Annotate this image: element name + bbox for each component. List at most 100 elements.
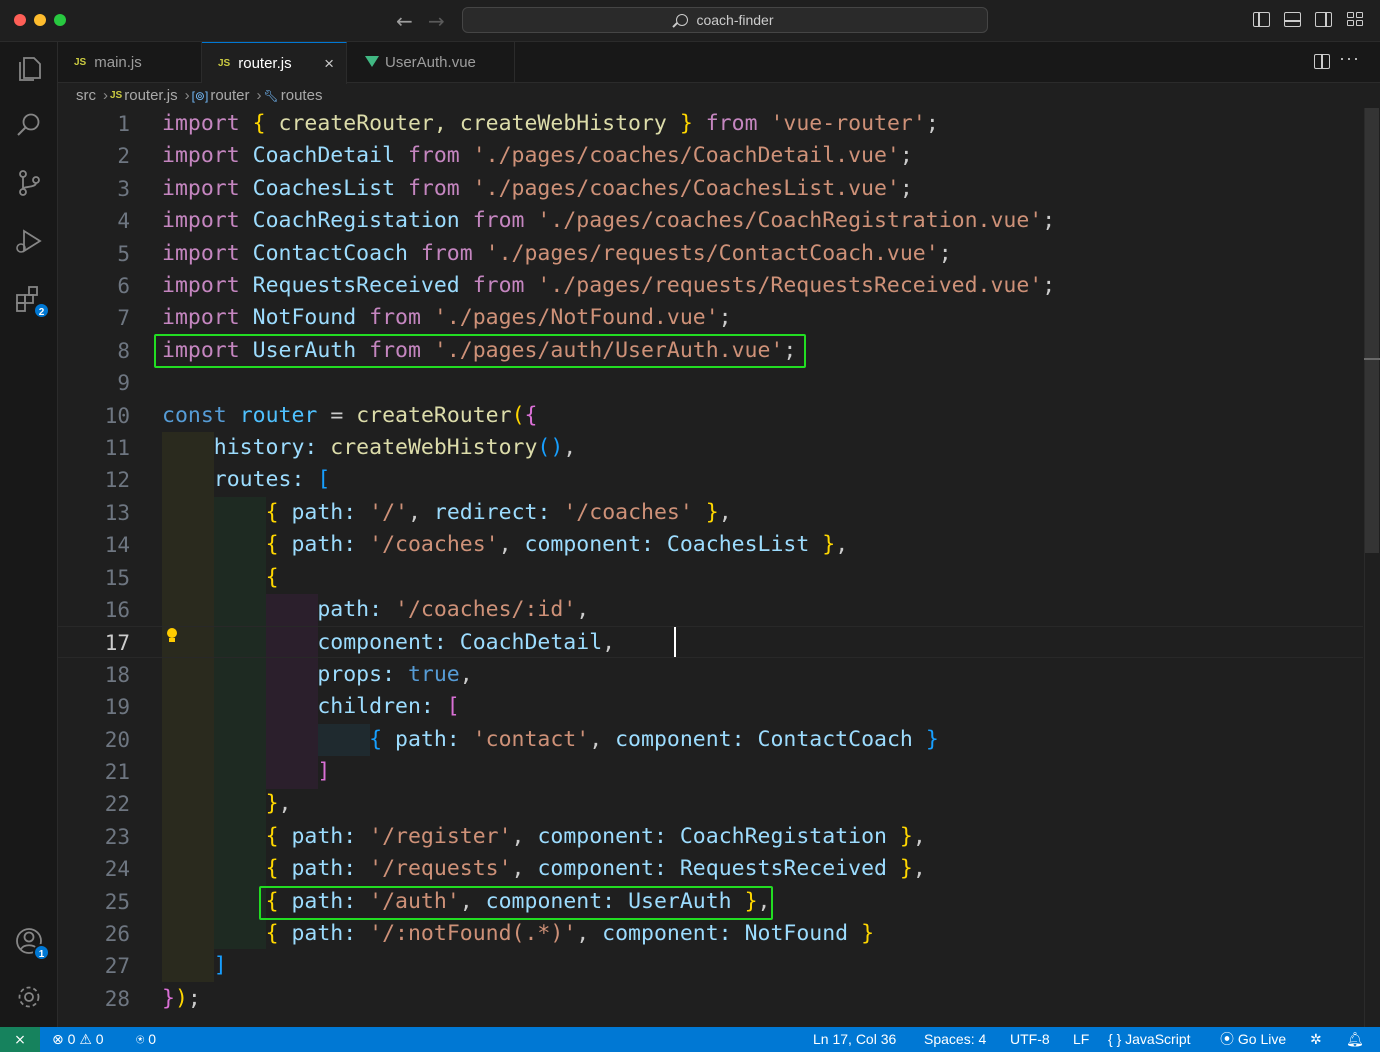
code-line[interactable]: 24 { path: '/requests', component: Reque… — [58, 853, 1363, 885]
close-tab-icon[interactable]: × — [324, 43, 334, 84]
breadcrumb-file[interactable]: router.js — [124, 87, 177, 104]
line-number: 18 — [104, 662, 130, 687]
code-token: { — [252, 111, 266, 136]
code-token: ; — [1042, 208, 1056, 234]
back-arrow-icon[interactable]: ← — [396, 9, 413, 33]
code-line[interactable]: 13 { path: '/', redirect: '/coaches' }, — [58, 497, 1363, 529]
run-debug-icon[interactable] — [12, 224, 46, 258]
line-number: 21 — [104, 760, 130, 784]
extensions-badge: 2 — [33, 302, 50, 319]
code-line[interactable]: 26 { path: '/:notFound(.*)', component: … — [58, 918, 1363, 950]
errors-count: 0 — [67, 1031, 76, 1047]
code-line[interactable]: 17 component: CoachDetail, — [58, 626, 1363, 659]
scrollbar-thumb[interactable] — [1365, 108, 1379, 553]
code-line[interactable]: 22 }, — [58, 788, 1363, 820]
code-text: path: '/coaches/:id', — [162, 594, 589, 626]
tab-router-js[interactable]: JS router.js × — [202, 42, 347, 84]
code-line[interactable]: 10 const router = createRouter({ — [58, 400, 1363, 432]
code-line[interactable]: 16 path: '/coaches/:id', — [58, 594, 1363, 626]
settings-gear-icon[interactable] — [12, 980, 46, 1014]
breadcrumb-symbol-router[interactable]: router — [210, 87, 249, 104]
forward-arrow-icon[interactable]: → — [428, 9, 445, 33]
minimize-window-button[interactable] — [34, 14, 46, 26]
toggle-panel-icon[interactable] — [1284, 12, 1301, 27]
code-line[interactable]: 28}); — [58, 983, 1363, 1015]
toggle-secondary-sidebar-icon[interactable] — [1315, 12, 1332, 27]
line-number: 16 — [104, 598, 130, 622]
code-line[interactable]: 21 ] — [58, 756, 1363, 788]
code-token: './pages/coaches/CoachesList.vue' — [472, 175, 900, 201]
remote-indicator[interactable]: ⨯ — [0, 1027, 40, 1052]
code-text: history: createWebHistory(), — [162, 432, 576, 464]
code-line[interactable]: 15 { — [58, 562, 1363, 594]
line-number: 24 — [104, 857, 130, 882]
code-token: component: — [537, 856, 667, 882]
code-token: path: — [291, 856, 357, 882]
extensions-icon[interactable]: 2 — [12, 282, 50, 319]
code-line[interactable]: 2 import CoachDetail from './pages/coache… — [58, 140, 1363, 172]
problems-indicator[interactable]: ⊗ 0 ⚠ 0 — [52, 1027, 104, 1052]
maximize-window-button[interactable] — [54, 14, 66, 26]
line-number: 12 — [104, 468, 130, 493]
code-line[interactable]: 18 props: true, — [58, 659, 1363, 691]
code-line[interactable]: 9 — [58, 367, 1363, 399]
source-control-icon[interactable] — [12, 166, 46, 200]
breadcrumb-symbol-routes[interactable]: routes — [281, 87, 323, 104]
code-text: import CoachRegistation from './pages/co… — [162, 205, 1055, 237]
code-line[interactable]: 12 routes: [ — [58, 464, 1363, 496]
code-text: import CoachesList from './pages/coaches… — [162, 173, 913, 205]
code-token: path: — [291, 499, 357, 525]
tab-userauth-vue[interactable]: UserAuth.vue — [347, 42, 515, 83]
accounts-icon[interactable]: 1 — [12, 924, 50, 961]
close-window-button[interactable] — [14, 14, 26, 26]
code-line[interactable]: 4 import CoachRegistation from './pages/c… — [58, 205, 1363, 237]
code-token: () — [537, 435, 564, 460]
code-token: } — [899, 823, 913, 849]
split-editor-icon[interactable] — [1314, 54, 1330, 69]
code-token: , — [576, 597, 590, 622]
code-token: import — [162, 175, 240, 201]
code-line[interactable]: 6 import RequestsReceived from './pages/r… — [58, 270, 1363, 302]
code-line[interactable]: 1 import { createRouter, createWebHistory… — [58, 108, 1363, 140]
copilot-icon[interactable]: ✲ — [1310, 1027, 1322, 1052]
explorer-icon[interactable] — [12, 52, 46, 86]
code-token: ; — [899, 175, 913, 201]
code-line[interactable]: 7 import NotFound from './pages/NotFound.… — [58, 302, 1363, 334]
code-line[interactable]: 3 import CoachesList from './pages/coache… — [58, 173, 1363, 205]
command-center-search[interactable]: coach-finder — [462, 7, 988, 33]
code-line[interactable]: 20 { path: 'contact', component: Contact… — [58, 724, 1363, 756]
code-text: { — [162, 562, 279, 594]
code-line[interactable]: 23 { path: '/register', component: Coach… — [58, 821, 1363, 853]
vertical-scrollbar[interactable] — [1364, 108, 1380, 1027]
more-actions-icon[interactable]: ··· — [1339, 48, 1360, 69]
code-editor[interactable]: 1 import { createRouter, createWebHistory… — [58, 108, 1380, 1027]
cursor-position[interactable]: Ln 17, Col 36 — [813, 1027, 896, 1052]
notifications-bell-icon[interactable]: 🔔︎ — [1346, 1027, 1364, 1052]
code-line[interactable]: 5 import ContactCoach from './pages/reque… — [58, 238, 1363, 270]
code-text: import { createRouter, createWebHistory … — [162, 108, 939, 140]
breadcrumb-folder[interactable]: src — [76, 87, 96, 104]
code-token: , — [602, 630, 616, 656]
code-line[interactable]: 11 history: createWebHistory(), — [58, 432, 1363, 464]
toggle-primary-sidebar-icon[interactable] — [1253, 12, 1270, 27]
go-live-button[interactable]: ⦿ Go Live — [1220, 1027, 1286, 1052]
code-token: from — [705, 111, 758, 136]
code-token: , — [511, 823, 525, 849]
code-text: component: CoachDetail, — [162, 627, 615, 659]
code-token: } — [861, 921, 875, 946]
eol-setting[interactable]: LF — [1073, 1027, 1089, 1052]
code-line[interactable]: 14 { path: '/coaches', component: Coache… — [58, 529, 1363, 561]
lightbulb-icon[interactable] — [166, 628, 178, 644]
tab-main-js[interactable]: JS main.js — [58, 42, 202, 83]
ports-indicator[interactable]: ⍟ 0 — [136, 1027, 156, 1052]
indentation-setting[interactable]: Spaces: 4 — [924, 1027, 986, 1052]
encoding-setting[interactable]: UTF-8 — [1010, 1027, 1050, 1052]
code-token: { — [265, 499, 279, 525]
language-mode[interactable]: { } JavaScript — [1108, 1027, 1191, 1052]
search-icon[interactable] — [12, 108, 46, 142]
code-line[interactable]: 19 children: [ — [58, 691, 1363, 723]
code-text: const router = createRouter({ — [162, 400, 537, 432]
code-line[interactable]: 27 ] — [58, 950, 1363, 982]
code-text: import NotFound from './pages/NotFound.v… — [162, 302, 732, 334]
customize-layout-icon[interactable] — [1347, 12, 1364, 27]
